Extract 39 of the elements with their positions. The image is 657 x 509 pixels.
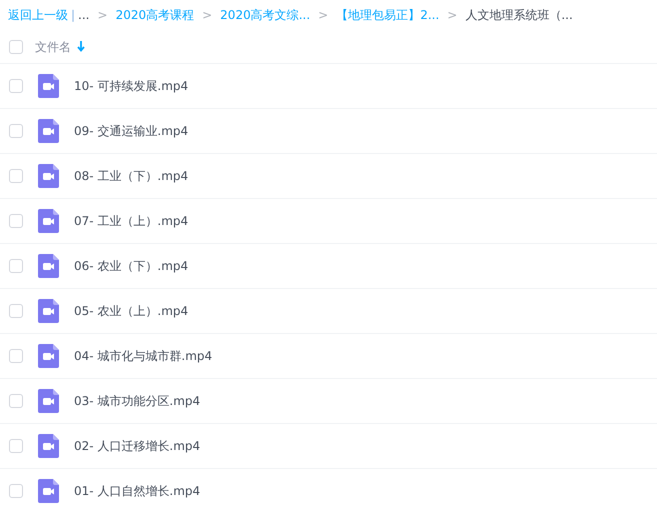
file-name[interactable]: 01- 人口自然增长.mp4 [74, 482, 200, 500]
sort-down-arrow-icon[interactable] [77, 41, 85, 52]
video-file-icon [38, 479, 59, 503]
breadcrumb-text: 人文地理系统班（... [465, 7, 573, 24]
checkbox[interactable] [9, 484, 23, 498]
breadcrumb-separator: > [201, 7, 214, 24]
checkbox[interactable] [9, 439, 23, 453]
file-name[interactable]: 04- 城市化与城市群.mp4 [74, 347, 212, 365]
video-file-icon [38, 164, 59, 188]
checkbox[interactable] [9, 304, 23, 318]
file-name[interactable]: 10- 可持续发展.mp4 [74, 77, 188, 95]
file-name[interactable]: 09- 交通运输业.mp4 [74, 122, 188, 140]
video-file-icon [38, 209, 59, 233]
video-file-icon [38, 344, 59, 368]
breadcrumb-separator: > [446, 7, 458, 24]
breadcrumb-separator: > [317, 7, 330, 24]
video-file-icon [38, 119, 59, 143]
file-name[interactable]: 08- 工业（下）.mp4 [74, 167, 188, 185]
breadcrumb-separator: > [96, 7, 109, 24]
file-name[interactable]: 03- 城市功能分区.mp4 [74, 392, 200, 410]
checkbox[interactable] [9, 40, 23, 54]
video-file-icon [38, 74, 59, 98]
video-file-icon [38, 299, 59, 323]
file-name[interactable]: 07- 工业（上）.mp4 [74, 212, 188, 230]
checkbox[interactable] [9, 349, 23, 363]
checkbox[interactable] [9, 124, 23, 138]
video-file-icon [38, 389, 59, 413]
checkbox[interactable] [9, 259, 23, 273]
video-file-icon [38, 434, 59, 458]
file-name[interactable]: 02- 人口迁移增长.mp4 [74, 437, 200, 455]
checkbox[interactable] [9, 214, 23, 228]
video-file-icon [38, 254, 59, 278]
checkbox[interactable] [9, 394, 23, 408]
checkbox[interactable] [9, 79, 23, 93]
checkbox[interactable] [9, 169, 23, 183]
file-name[interactable]: 05- 农业（上）.mp4 [74, 302, 188, 320]
breadcrumb-text: ... [78, 7, 90, 24]
file-name[interactable]: 06- 农业（下）.mp4 [74, 257, 188, 275]
breadcrumb-divider: | [71, 7, 76, 24]
